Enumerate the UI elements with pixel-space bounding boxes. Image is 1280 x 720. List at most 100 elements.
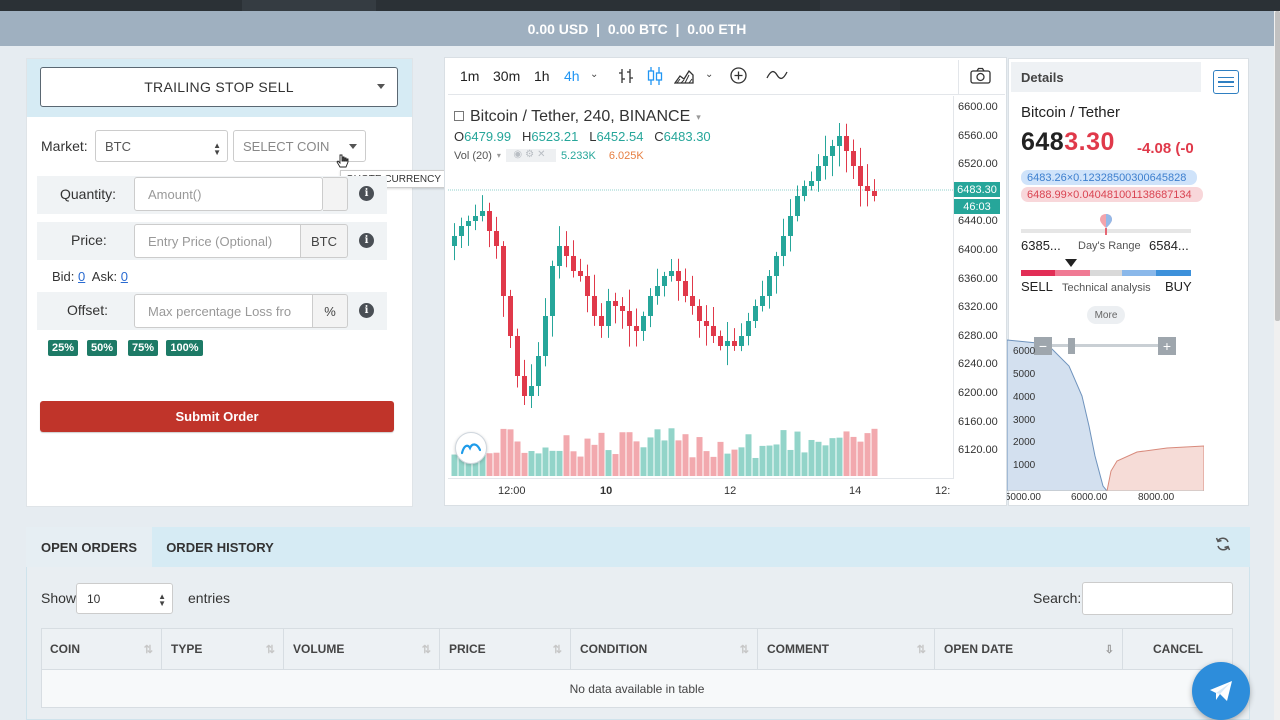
symbol-title: Bitcoin / Tether, 240, BINANCE [470,108,691,125]
send-telegram-button[interactable] [1192,662,1250,720]
y-tick: 6600.00 [958,101,998,113]
hand-cursor-icon [336,154,349,168]
order-type-select[interactable]: TRAILING STOP SELL [40,67,398,107]
volume-bar [794,431,801,476]
candle-body [760,296,765,306]
candle-body [578,271,583,276]
candle-body [599,316,604,326]
price-tail: 3.30 [1064,128,1115,156]
offset-placeholder: Max percentage Loss fro [148,303,292,319]
page-scrollbar-thumb[interactable] [1275,11,1280,321]
column-comment[interactable]: COMMENT ⇅ [758,628,935,670]
zoom-slider-handle[interactable] [1068,338,1075,354]
ohlc-open: 6479.99 [464,129,512,144]
info-icon[interactable]: i [359,303,374,318]
column-condition[interactable]: CONDITION ⇅ [571,628,758,670]
x-tick: 12 [724,485,737,497]
entry-price-placeholder: Entry Price (Optional) [148,233,273,249]
offset-input[interactable]: Max percentage Loss fro [134,294,313,328]
paper-plane-icon [1210,681,1232,701]
volume-bar [598,432,605,476]
candle-body [501,246,506,296]
search-input[interactable] [1082,582,1233,615]
volume-bar [731,449,738,476]
x-tick: 14 [849,485,862,497]
x-tick: 12:00 [498,485,526,497]
chevron-down-icon[interactable]: ▾ [696,112,701,123]
market-select[interactable]: BTC ▲ ▼ [95,130,228,162]
chevron-down-icon [349,144,357,149]
tradingview-logo-icon[interactable] [455,432,487,464]
add-indicator-icon[interactable] [729,66,748,85]
search-label: Search: [1033,590,1082,606]
time-axis-divider [448,478,953,479]
volume-bar [724,453,731,476]
volume-label: Vol (20) [454,149,492,162]
candle-body [522,376,527,396]
indicator-actions-icon[interactable]: ◉⚙✕ [505,149,556,162]
price-axis-divider [953,96,954,479]
candle-body [718,336,723,346]
candle-body [529,386,534,396]
volume-bar [633,441,640,476]
interval-30m-button[interactable]: 30m [493,68,520,84]
candle-body [557,246,562,266]
ohlc-values: O6479.99 H6523.21 L6452.54 C6483.30 [454,129,711,144]
volume-bar [584,438,591,476]
candle-body [802,186,807,196]
ask-value-link[interactable]: 0 [121,269,128,284]
column-volume[interactable]: VOLUME ⇅ [284,628,440,670]
offset-unit-addon: % [313,294,348,328]
details-pair: Bitcoin / Tether [1021,104,1120,121]
column-type[interactable]: TYPE ⇅ [162,628,284,670]
tab-open-orders[interactable]: OPEN ORDERS [26,527,152,567]
refresh-icon[interactable] [1215,536,1231,552]
percent-100-button[interactable]: 100% [166,340,203,356]
interval-1h-button[interactable]: 1h [534,68,550,84]
table-empty-row: No data available in table [41,670,1233,708]
tab-order-history[interactable]: ORDER HISTORY [152,527,288,567]
volume-bar [738,447,745,476]
depth-x-tick: 5000.00 [1007,492,1041,503]
bid-ask-line: Bid: 0 Ask: 0 [52,269,128,284]
x-tick: 10 [600,485,613,497]
camera-icon[interactable] [970,67,991,84]
zoom-in-button[interactable]: + [1158,337,1176,355]
info-icon[interactable]: i [359,186,374,201]
depth-chart[interactable] [1007,336,1204,491]
entry-price-input[interactable]: Entry Price (Optional) [134,224,301,258]
submit-order-button[interactable]: Submit Order [40,401,394,432]
percent-75-button[interactable]: 75% [128,340,158,356]
volume-bar [829,438,836,476]
chevron-down-icon[interactable]: ▾ [497,151,501,160]
offset-label: Offset: [67,302,108,318]
more-button[interactable]: More [1087,306,1125,324]
volume-bar [486,453,493,476]
list-view-icon[interactable] [1213,70,1239,94]
percent-25-button[interactable]: 25% [48,340,78,356]
interval-1m-button[interactable]: 1m [460,68,479,84]
column-open-date[interactable]: OPEN DATE ⇩ [935,628,1123,670]
column-coin[interactable]: COIN ⇅ [41,628,162,670]
market-label: Market: [41,138,88,154]
sell-label: SELL [1021,279,1053,294]
quantity-input[interactable]: Amount() [134,177,323,211]
entries-select[interactable]: 10 ▲ ▼ [76,583,173,614]
percent-50-button[interactable]: 50% [87,340,117,356]
compare-icon[interactable] [766,68,788,82]
area-chart-icon[interactable] [674,67,694,85]
zoom-out-button[interactable]: − [1034,337,1052,355]
candle-body [683,281,688,296]
interval-4h-button[interactable]: 4h [564,68,580,84]
chevron-down-icon[interactable]: ⌄ [705,69,713,80]
candles-style-icon[interactable] [646,66,664,86]
candle-body [816,166,821,181]
bar-chart-style-icon[interactable] [617,67,635,85]
y-tick: 6400.00 [958,244,998,256]
chevron-down-icon[interactable]: ⌄ [590,69,598,80]
volume-bar [780,430,787,476]
bid-value-link[interactable]: 0 [78,269,85,284]
column-price[interactable]: PRICE ⇅ [440,628,571,670]
collapse-icon[interactable] [454,111,464,121]
info-icon[interactable]: i [359,233,374,248]
